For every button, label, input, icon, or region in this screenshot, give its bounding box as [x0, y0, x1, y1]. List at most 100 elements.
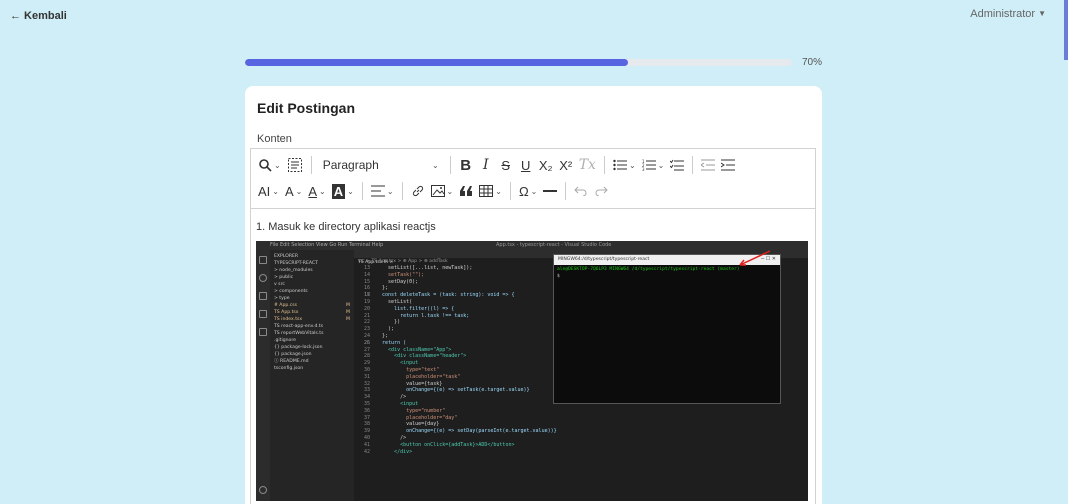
insert-table-button[interactable]: ⌄: [476, 180, 505, 202]
alignment-button[interactable]: ⌄: [368, 180, 397, 202]
remove-format-button[interactable]: Tx: [576, 154, 599, 176]
bulleted-list-icon: [613, 159, 627, 171]
font-color-label: A: [308, 183, 318, 199]
toolbar-row-2: AI ⌄ A ⌄ A ⌄ A ⌄ ⌄ ⌄ ⌄ Ω ⌄: [255, 178, 811, 204]
edit-post-card: Edit Postingan Konten ⌄ Paragraph ⌄ B I S…: [245, 86, 822, 504]
underline-button[interactable]: U: [516, 154, 536, 176]
chevron-down-icon: ⌄: [295, 186, 303, 196]
heading-dropdown[interactable]: Paragraph ⌄: [317, 154, 445, 176]
undo-button[interactable]: [571, 180, 591, 202]
chevron-down-icon: ⌄: [272, 186, 279, 196]
redo-button[interactable]: [591, 180, 611, 202]
highlight-label: A: [331, 183, 346, 199]
bulleted-list-button[interactable]: ⌄: [610, 154, 639, 176]
code-text: </div>: [376, 448, 413, 455]
back-link[interactable]: ← Kembali: [10, 10, 67, 22]
numbered-list-icon: 123: [642, 159, 656, 171]
line-number: 22: [363, 319, 370, 326]
progress-bar: 70%: [245, 57, 822, 69]
todo-list-button[interactable]: [667, 154, 687, 176]
highlight-button[interactable]: A ⌄: [329, 180, 357, 202]
terminal-cursor: $: [557, 274, 560, 279]
progress-fill: [245, 59, 628, 66]
explorer-file: v src: [274, 282, 285, 287]
chevron-down-icon: ⌄: [347, 186, 354, 196]
code-text: placeholder="task": [376, 373, 461, 380]
toolbar-divider: [603, 156, 605, 174]
insert-image-button[interactable]: ⌄: [428, 180, 457, 202]
code-text: type="text": [376, 366, 440, 373]
superscript-button[interactable]: X²: [556, 154, 576, 176]
redo-icon: [595, 186, 609, 196]
progress-track: [245, 59, 792, 66]
user-menu[interactable]: Administrator ▼: [970, 8, 1046, 20]
find-replace-button[interactable]: ⌄: [255, 154, 284, 176]
font-family-button[interactable]: A ⌄: [282, 180, 305, 202]
line-number: 42: [363, 448, 370, 455]
outdent-icon: [701, 159, 716, 171]
numbered-list-button[interactable]: 1 2 3 ⌄: [639, 154, 668, 176]
code-text: <div className="header">: [376, 353, 467, 360]
chevron-down-icon: ⌄: [530, 186, 538, 196]
line-number: 31: [363, 373, 370, 380]
font-family-label: A: [285, 183, 294, 199]
line-number: 23: [363, 326, 370, 333]
explorer-file: {} package.json: [274, 352, 312, 357]
line-number: 27: [363, 346, 370, 353]
line-number: 16: [363, 285, 370, 292]
embedded-screenshot[interactable]: File Edit Selection View Go Run Terminal…: [256, 241, 808, 501]
source-editing-button[interactable]: [284, 154, 306, 176]
chevron-down-icon: ⌄: [432, 160, 439, 170]
code-text: }): [376, 319, 401, 326]
link-button[interactable]: [408, 180, 428, 202]
code-text: value={day}: [376, 421, 440, 428]
bold-button[interactable]: B: [456, 154, 476, 176]
horizontal-line-button[interactable]: [540, 180, 560, 202]
special-characters-button[interactable]: Ω ⌄: [516, 180, 540, 202]
explorer-file: tsconfig.json: [274, 366, 304, 371]
editor-content[interactable]: 1. Masuk ke directory aplikasi reactjs F…: [251, 209, 815, 504]
table-icon: [479, 185, 494, 197]
outdent-button[interactable]: [698, 154, 718, 176]
vscode-titlebar: File Edit Selection View Go Run Terminal…: [256, 241, 808, 250]
search-icon: [259, 274, 267, 282]
code-line: 41 <button onClick={addTask}>ADD</button…: [354, 442, 808, 449]
page-scrollbar[interactable]: [1064, 0, 1068, 60]
page-title: Edit Postingan: [257, 100, 355, 116]
code-text: <button onClick={addTask}>ADD</button>: [376, 441, 515, 448]
code-line: 42 </div>: [354, 449, 808, 456]
font-size-button[interactable]: AI ⌄: [255, 180, 282, 202]
indent-button[interactable]: [718, 154, 738, 176]
code-line: 37 placeholder="day": [354, 415, 808, 422]
link-icon: [412, 185, 423, 197]
block-quote-button[interactable]: [456, 180, 476, 202]
explorer-file: > public: [274, 275, 294, 280]
toolbar-row-1: ⌄ Paragraph ⌄ B I S U X₂ X² Tx ⌄ 1 2 3 ⌄: [255, 152, 811, 178]
code-line: 36 type="number": [354, 408, 808, 415]
explorer-file: TS react-app-env.d.ts: [274, 324, 324, 329]
line-number: 30: [363, 366, 370, 373]
file-list: TYPESCRIPT-REACT > node_modules > public v …: [274, 260, 350, 372]
code-text: };: [376, 285, 389, 292]
content-label: Konten: [257, 133, 292, 145]
source-control-icon: [259, 292, 267, 300]
code-text: <div className="App">: [376, 346, 452, 353]
explorer-file: ⓘ README.md: [274, 359, 309, 364]
line-number: 29: [363, 360, 370, 367]
explorer-header: EXPLORER: [274, 254, 299, 259]
files-icon: [259, 256, 267, 264]
subscript-button[interactable]: X₂: [536, 154, 556, 176]
line-number: 40: [363, 434, 370, 441]
toolbar-divider: [449, 156, 451, 174]
vscode-activity-bar: [256, 250, 270, 501]
line-number: 13: [363, 265, 370, 271]
italic-button[interactable]: I: [476, 154, 496, 176]
line-number: 35: [363, 400, 370, 407]
font-color-button[interactable]: A ⌄: [305, 180, 328, 202]
svg-text:3: 3: [642, 167, 645, 171]
code-text: list.filter((l) => {: [376, 305, 455, 312]
source-editing-icon: [287, 158, 302, 172]
strikethrough-button[interactable]: S: [496, 154, 516, 176]
editor-toolbar: ⌄ Paragraph ⌄ B I S U X₂ X² Tx ⌄ 1 2 3 ⌄…: [251, 149, 815, 209]
image-icon: [430, 185, 445, 197]
